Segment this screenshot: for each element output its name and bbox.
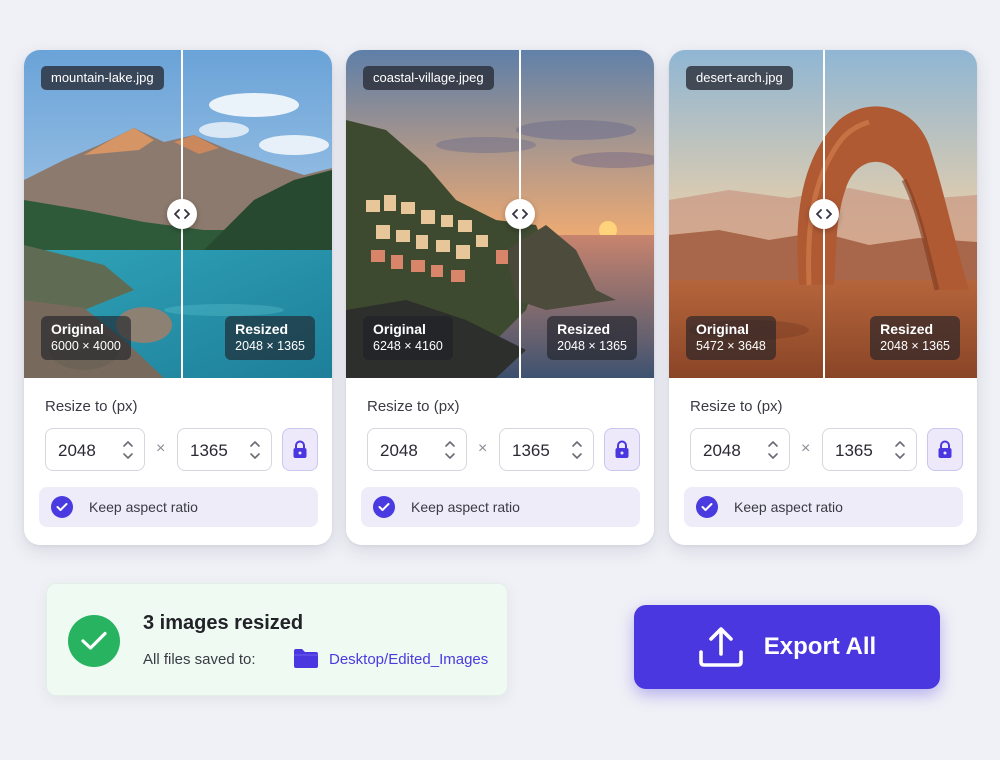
- filename-label: mountain-lake.jpg: [41, 66, 164, 90]
- stepper-icon[interactable]: [122, 438, 134, 462]
- original-badge: Original 5472 × 3648: [686, 316, 776, 360]
- status-title: 3 images resized: [143, 612, 304, 634]
- stepper-icon[interactable]: [767, 438, 779, 462]
- lock-icon: [615, 440, 629, 458]
- resize-controls: Resize to (px) 2048 × 1365 Keep aspect r…: [346, 378, 654, 545]
- original-dimensions: 5472 × 3648: [696, 339, 766, 353]
- folder-icon: [294, 649, 318, 668]
- resize-controls: Resize to (px) 2048 × 1365 Keep aspect r…: [24, 378, 332, 545]
- original-badge: Original 6248 × 4160: [363, 316, 453, 360]
- comparison-preview[interactable]: coastal-village.jpeg Original 6248 × 416…: [346, 50, 654, 378]
- comparison-handle[interactable]: [505, 199, 535, 229]
- resized-label: Resized: [235, 321, 289, 337]
- keep-aspect-ratio-label: Keep aspect ratio: [89, 499, 198, 515]
- stepper-icon[interactable]: [444, 438, 456, 462]
- image-card-desert-arch: desert-arch.jpg Original 5472 × 3648 Res…: [669, 50, 977, 545]
- image-card-mountain-lake: mountain-lake.jpg Original 6000 × 4000 R…: [24, 50, 332, 545]
- height-input[interactable]: 1365: [499, 428, 594, 471]
- chevron-left-right-icon: [512, 209, 528, 219]
- width-input[interactable]: 2048: [45, 428, 145, 471]
- keep-aspect-ratio-label: Keep aspect ratio: [411, 499, 520, 515]
- image-card-coastal-village: coastal-village.jpeg Original 6248 × 416…: [346, 50, 654, 545]
- resized-badge: Resized 2048 × 1365: [225, 316, 315, 360]
- stepper-icon[interactable]: [894, 438, 906, 462]
- chevron-left-right-icon: [816, 209, 832, 219]
- comparison-handle[interactable]: [809, 199, 839, 229]
- width-input[interactable]: 2048: [367, 428, 467, 471]
- chevron-left-right-icon: [174, 209, 190, 219]
- lock-icon: [938, 440, 952, 458]
- height-value: 1365: [835, 441, 873, 460]
- comparison-preview[interactable]: desert-arch.jpg Original 5472 × 3648 Res…: [669, 50, 977, 378]
- original-label: Original: [373, 321, 426, 337]
- original-label: Original: [696, 321, 749, 337]
- resized-badge: Resized 2048 × 1365: [547, 316, 637, 360]
- check-circle-icon: [373, 496, 395, 518]
- upload-icon: [698, 627, 743, 667]
- resized-label: Resized: [880, 321, 934, 337]
- resized-dimensions: 2048 × 1365: [235, 339, 305, 353]
- aspect-lock-button[interactable]: [282, 428, 318, 471]
- aspect-lock-button[interactable]: [927, 428, 963, 471]
- original-label: Original: [51, 321, 104, 337]
- export-all-button[interactable]: Export All: [634, 605, 940, 689]
- keep-aspect-ratio-label: Keep aspect ratio: [734, 499, 843, 515]
- filename-label: coastal-village.jpeg: [363, 66, 494, 90]
- times-symbol: ×: [156, 440, 166, 457]
- original-dimensions: 6248 × 4160: [373, 339, 443, 353]
- times-symbol: ×: [478, 440, 488, 457]
- export-all-label: Export All: [763, 633, 877, 660]
- resize-controls: Resize to (px) 2048 × 1365 Keep aspect r…: [669, 378, 977, 545]
- comparison-preview[interactable]: mountain-lake.jpg Original 6000 × 4000 R…: [24, 50, 332, 378]
- aspect-lock-button[interactable]: [604, 428, 640, 471]
- check-circle-icon: [68, 615, 120, 667]
- saved-to-label: All files saved to:: [143, 651, 256, 668]
- times-symbol: ×: [801, 440, 811, 457]
- filename-label: desert-arch.jpg: [686, 66, 793, 90]
- lock-icon: [293, 440, 307, 458]
- width-input[interactable]: 2048: [690, 428, 790, 471]
- resize-to-label: Resize to (px): [690, 398, 783, 415]
- width-value: 2048: [58, 441, 96, 460]
- height-value: 1365: [512, 441, 550, 460]
- keep-aspect-ratio-checkbox[interactable]: Keep aspect ratio: [361, 487, 640, 527]
- resized-label: Resized: [557, 321, 611, 337]
- comparison-handle[interactable]: [167, 199, 197, 229]
- stepper-icon[interactable]: [571, 438, 583, 462]
- height-input[interactable]: 1365: [822, 428, 917, 471]
- resized-badge: Resized 2048 × 1365: [870, 316, 960, 360]
- status-panel: 3 images resized All files saved to: Des…: [46, 583, 508, 696]
- resize-to-label: Resize to (px): [367, 398, 460, 415]
- original-dimensions: 6000 × 4000: [51, 339, 121, 353]
- resized-dimensions: 2048 × 1365: [880, 339, 950, 353]
- width-value: 2048: [380, 441, 418, 460]
- keep-aspect-ratio-checkbox[interactable]: Keep aspect ratio: [684, 487, 963, 527]
- width-value: 2048: [703, 441, 741, 460]
- resize-to-label: Resize to (px): [45, 398, 138, 415]
- resized-dimensions: 2048 × 1365: [557, 339, 627, 353]
- check-circle-icon: [51, 496, 73, 518]
- output-folder-link[interactable]: Desktop/Edited_Images: [329, 651, 488, 668]
- check-circle-icon: [696, 496, 718, 518]
- keep-aspect-ratio-checkbox[interactable]: Keep aspect ratio: [39, 487, 318, 527]
- original-badge: Original 6000 × 4000: [41, 316, 131, 360]
- height-value: 1365: [190, 441, 228, 460]
- height-input[interactable]: 1365: [177, 428, 272, 471]
- stepper-icon[interactable]: [249, 438, 261, 462]
